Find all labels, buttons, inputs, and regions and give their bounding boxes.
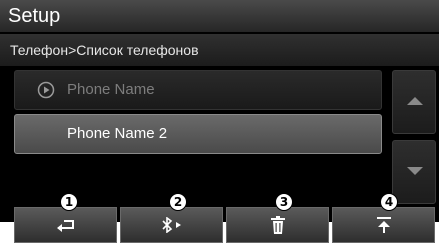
move-top-button[interactable]	[332, 207, 435, 243]
list-item[interactable]: Phone Name 2	[14, 114, 382, 154]
callout-badge: 1	[60, 193, 78, 211]
list-item-label: Phone Name 2	[67, 125, 168, 142]
scroll-controls	[392, 70, 436, 204]
back-button[interactable]	[14, 207, 117, 243]
arrow-down-icon	[407, 167, 423, 175]
delete-button[interactable]	[226, 207, 329, 243]
bluetooth-connect-icon	[161, 217, 181, 233]
back-icon	[56, 220, 74, 232]
callout-badge: 3	[275, 193, 293, 211]
trash-icon	[270, 216, 285, 234]
breadcrumb: Телефон>Список телефонов	[0, 34, 439, 66]
callout-badge: 4	[380, 193, 398, 211]
scroll-down-button[interactable]	[392, 140, 436, 204]
page-title: Setup	[0, 0, 439, 32]
setup-screen: Setup Телефон>Список телефонов Phone Nam…	[0, 0, 439, 222]
list-item-label: Phone Name	[67, 81, 155, 98]
bluetooth-connect-button[interactable]	[120, 207, 223, 243]
move-top-icon	[376, 217, 391, 233]
play-circle-icon	[37, 81, 55, 99]
list-item[interactable]: Phone Name	[14, 70, 382, 110]
phone-list: Phone Name Phone Name 2	[14, 70, 386, 204]
arrow-up-icon	[407, 97, 423, 105]
scroll-up-button[interactable]	[392, 70, 436, 134]
bottom-toolbar	[14, 207, 436, 243]
callout-badge: 2	[169, 193, 187, 211]
